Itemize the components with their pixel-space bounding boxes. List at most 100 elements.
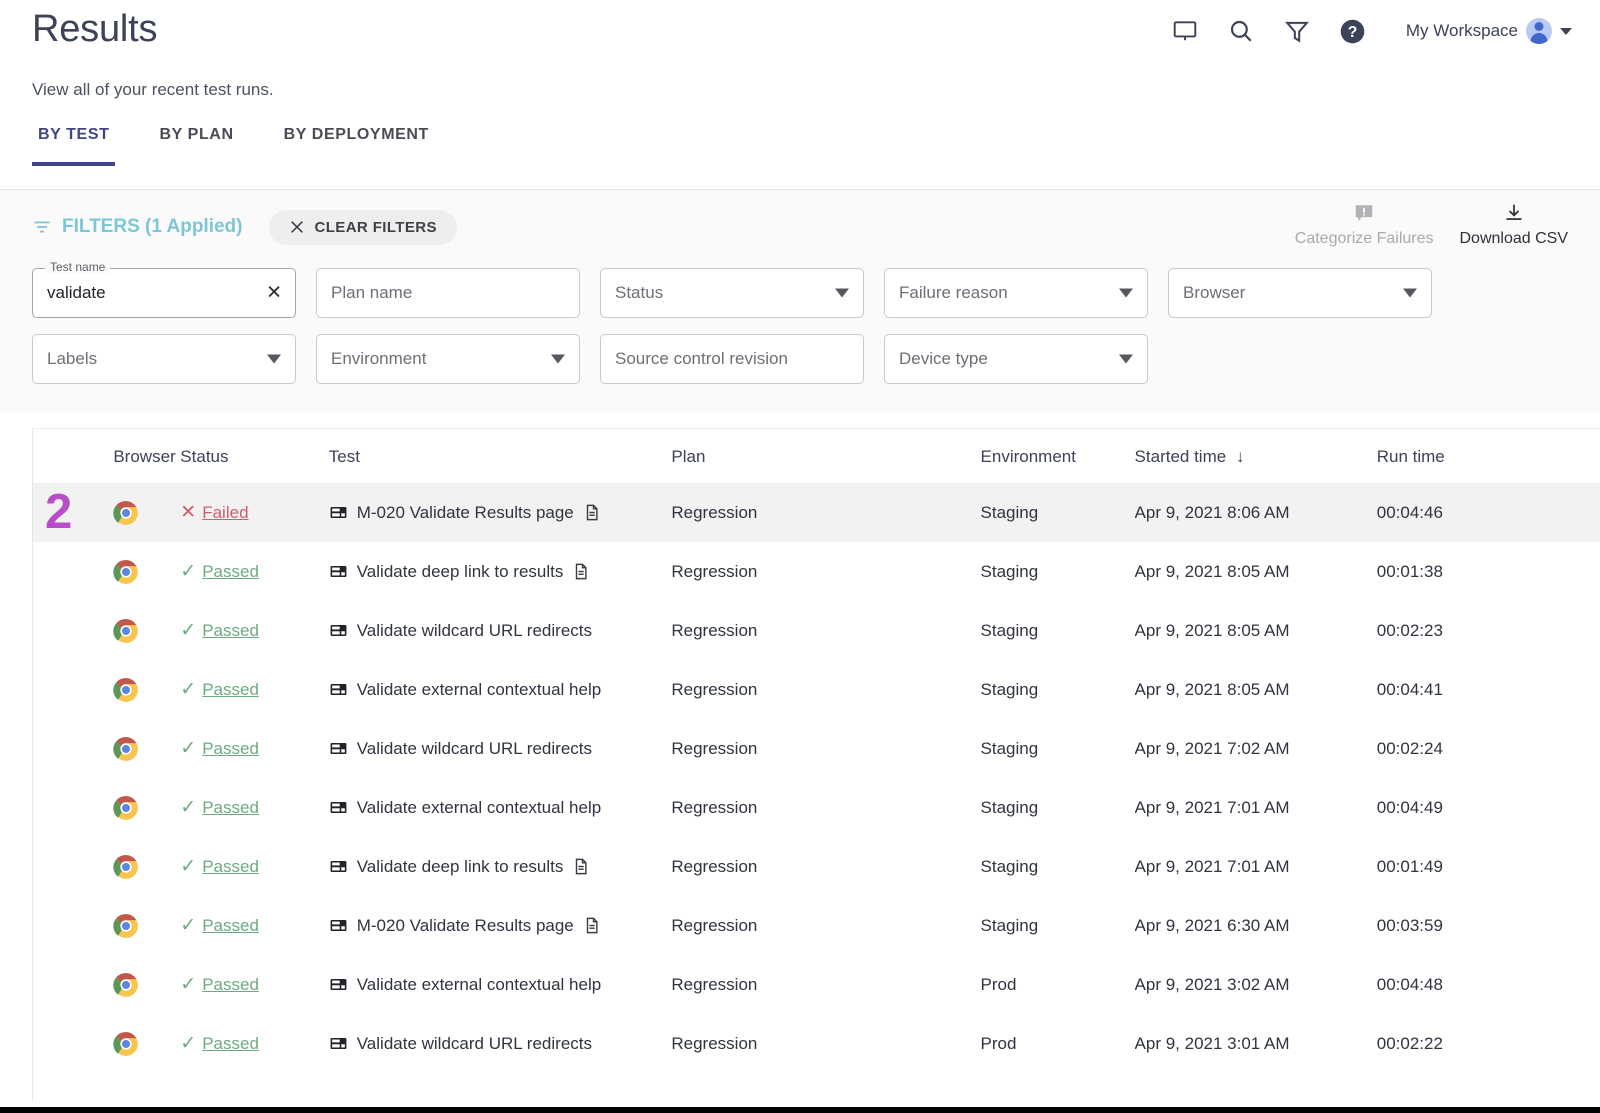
- test-name[interactable]: Validate wildcard URL redirects: [357, 739, 592, 759]
- table-row[interactable]: ✓Passed Validate external contextual help…: [33, 660, 1600, 719]
- row-plan-cell[interactable]: Regression: [671, 542, 980, 601]
- table-row[interactable]: ✓Passed Validate wildcard URL redirects Re…: [33, 601, 1600, 660]
- help-icon[interactable]: ?: [1338, 16, 1368, 46]
- status-badge[interactable]: ✓Passed: [180, 973, 328, 996]
- status-badge[interactable]: ✓ Passed: [180, 1032, 328, 1055]
- table-row[interactable]: ✓Passed Validate deep link to results Regr…: [33, 837, 1600, 896]
- status-passed-icon: ✓: [180, 914, 196, 937]
- status-link[interactable]: Passed: [202, 916, 259, 936]
- workspace-menu[interactable]: My Workspace: [1406, 18, 1572, 44]
- header-actions: ? My Workspace: [1170, 16, 1572, 46]
- table-row[interactable]: ✓Passed Validate deep link to results Regr…: [33, 542, 1600, 601]
- clear-filters-button[interactable]: CLEAR FILTERS: [269, 210, 457, 245]
- row-marker-cell: [33, 542, 113, 601]
- chrome-icon: [113, 972, 139, 998]
- row-environment-cell: Staging: [981, 542, 1135, 601]
- page-header: Results View all of your recent test run…: [0, 0, 1600, 120]
- row-plan-cell[interactable]: Regression: [671, 601, 980, 660]
- row-plan-cell[interactable]: Regression: [671, 778, 980, 837]
- row-plan-cell[interactable]: Regression: [671, 719, 980, 778]
- row-status-cell: ✕Failed: [180, 483, 328, 542]
- table-row[interactable]: ✓Passed Validate external contextual help…: [33, 955, 1600, 1014]
- status-link[interactable]: Passed: [202, 975, 259, 995]
- filter-icon[interactable]: [1282, 16, 1312, 46]
- status-passed-icon: ✓: [180, 796, 196, 819]
- status-link[interactable]: Passed: [202, 680, 259, 700]
- col-started-time-header[interactable]: Started time ↓: [1135, 429, 1377, 483]
- status-link[interactable]: Passed: [202, 621, 259, 641]
- status-passed-icon: ✓: [180, 1032, 196, 1055]
- row-test-cell: M-020 Validate Results page: [329, 896, 672, 955]
- filter-status[interactable]: Status: [600, 268, 864, 318]
- row-plan-cell[interactable]: Regression: [671, 955, 980, 1014]
- search-icon[interactable]: [1226, 16, 1256, 46]
- monitor-icon[interactable]: [1170, 16, 1200, 46]
- test-name[interactable]: Validate external contextual help: [357, 680, 601, 700]
- status-badge[interactable]: ✕Failed: [180, 501, 328, 524]
- filter-environment[interactable]: Environment: [316, 334, 580, 384]
- download-csv-button[interactable]: Download CSV: [1460, 202, 1569, 248]
- test-name[interactable]: Validate deep link to results: [357, 857, 564, 877]
- col-plan-header[interactable]: Plan: [671, 429, 980, 483]
- status-badge[interactable]: ✓ Passed: [180, 914, 328, 937]
- test-name[interactable]: M-020 Validate Results page: [357, 916, 574, 936]
- table-row[interactable]: ✓ Passed Validate wildcard URL redirects Re…: [33, 1014, 1600, 1073]
- table-row[interactable]: ✓ Passed Validate external contextual help…: [33, 778, 1600, 837]
- test-name[interactable]: Validate wildcard URL redirects: [357, 621, 592, 641]
- tab-by-test[interactable]: BY TEST: [32, 120, 115, 166]
- col-status-header[interactable]: Status: [180, 429, 328, 483]
- col-run-time-header[interactable]: Run time: [1377, 429, 1600, 483]
- categorize-failures-label: Categorize Failures: [1295, 230, 1434, 248]
- row-plan-cell[interactable]: Regression: [671, 1014, 980, 1073]
- filter-browser-placeholder: Browser: [1183, 283, 1245, 303]
- filter-failure-reason[interactable]: Failure reason: [884, 268, 1148, 318]
- filter-source-control-revision[interactable]: Source control revision: [600, 334, 864, 384]
- status-badge[interactable]: ✓Passed: [180, 737, 328, 760]
- chrome-icon: [113, 1031, 139, 1057]
- status-link[interactable]: Passed: [202, 1034, 259, 1054]
- test-name[interactable]: M-020 Validate Results page: [357, 503, 574, 523]
- test-name[interactable]: Validate wildcard URL redirects: [357, 1034, 592, 1054]
- row-plan-cell[interactable]: Regression: [671, 483, 980, 542]
- test-name[interactable]: Validate deep link to results: [357, 562, 564, 582]
- row-plan-cell[interactable]: Regression: [671, 660, 980, 719]
- row-plan-cell[interactable]: Regression: [671, 896, 980, 955]
- tab-by-deployment[interactable]: BY DEPLOYMENT: [278, 120, 435, 166]
- tab-by-plan[interactable]: BY PLAN: [153, 120, 239, 166]
- filter-test-name[interactable]: Test name validate ✕: [32, 268, 296, 318]
- chrome-icon: [113, 559, 139, 585]
- row-browser-cell: [113, 778, 180, 837]
- status-link[interactable]: Failed: [202, 503, 248, 523]
- status-link[interactable]: Passed: [202, 739, 259, 759]
- status-link[interactable]: Passed: [202, 798, 259, 818]
- col-marker-header: [33, 429, 113, 483]
- row-browser-cell: [113, 601, 180, 660]
- header-row: Browser Status Test Plan Environment Sta…: [33, 429, 1600, 483]
- status-badge[interactable]: ✓Passed: [180, 560, 328, 583]
- clear-test-name-icon[interactable]: ✕: [266, 284, 282, 303]
- test-name[interactable]: Validate external contextual help: [357, 975, 601, 995]
- status-badge[interactable]: ✓Passed: [180, 678, 328, 701]
- categorize-failures-button[interactable]: Categorize Failures: [1295, 202, 1434, 248]
- col-test-header[interactable]: Test: [329, 429, 672, 483]
- filter-plan-name[interactable]: Plan name: [316, 268, 580, 318]
- status-link[interactable]: Passed: [202, 562, 259, 582]
- col-environment-header[interactable]: Environment: [981, 429, 1135, 483]
- filters-toggle[interactable]: FILTERS (1 Applied): [32, 216, 243, 238]
- table-row[interactable]: ✓ Passed M-020 Validate Results page Regres…: [33, 896, 1600, 955]
- filter-browser[interactable]: Browser: [1168, 268, 1432, 318]
- filter-device-type[interactable]: Device type: [884, 334, 1148, 384]
- test-case-icon: [329, 1034, 348, 1053]
- test-name[interactable]: Validate external contextual help: [357, 798, 601, 818]
- status-badge[interactable]: ✓Passed: [180, 619, 328, 642]
- status-badge[interactable]: ✓Passed: [180, 855, 328, 878]
- filter-source-control-revision-placeholder: Source control revision: [615, 349, 788, 369]
- row-plan-cell[interactable]: Regression: [671, 837, 980, 896]
- status-link[interactable]: Passed: [202, 857, 259, 877]
- table-row[interactable]: ✓Passed Validate wildcard URL redirects Re…: [33, 719, 1600, 778]
- filter-plan-name-placeholder: Plan name: [331, 283, 412, 303]
- status-badge[interactable]: ✓ Passed: [180, 796, 328, 819]
- table-row[interactable]: 2✕FailedM-020 Validate Results pageRegre…: [33, 483, 1600, 542]
- filter-labels[interactable]: Labels: [32, 334, 296, 384]
- col-browser-header[interactable]: Browser: [113, 429, 180, 483]
